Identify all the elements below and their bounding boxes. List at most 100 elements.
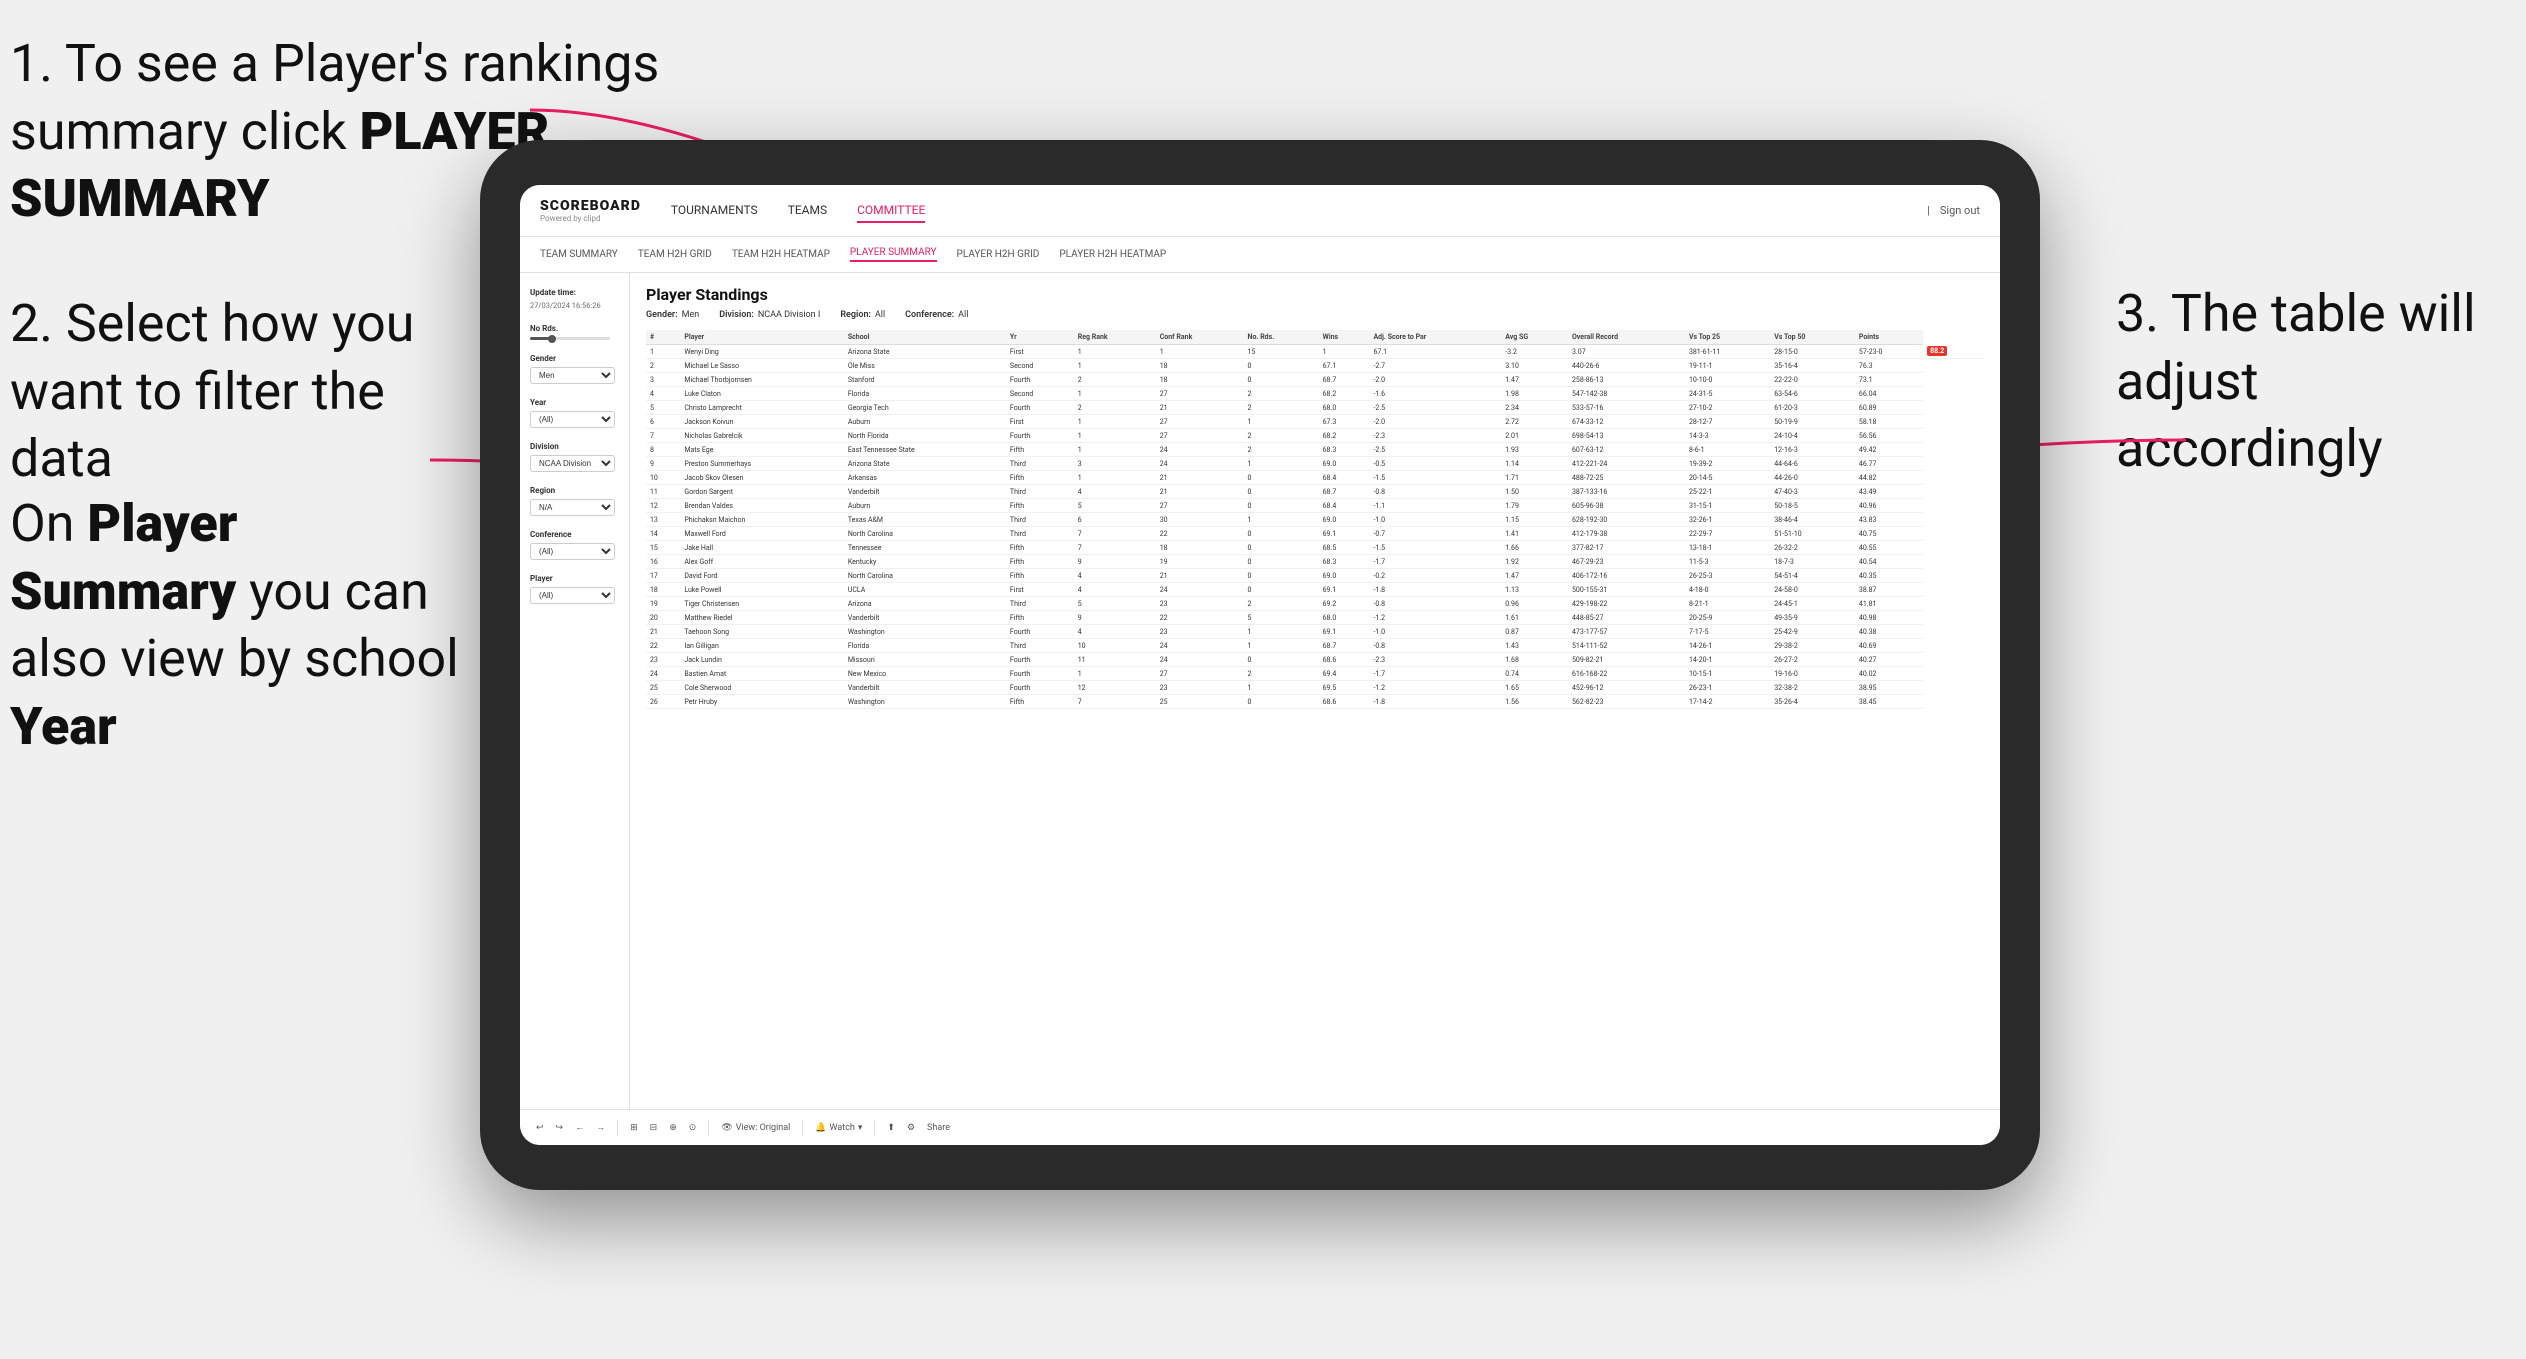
table-cell: -2.0 <box>1369 415 1501 429</box>
table-cell: 3 <box>646 373 680 387</box>
table-cell: 40.69 <box>1855 639 1923 653</box>
table-cell: 14 <box>646 527 680 541</box>
table-row[interactable]: 7Nicholas GabrelcikNorth FloridaFourth12… <box>646 429 1984 443</box>
sidebar-year: Year (All) <box>530 398 619 428</box>
filter-division: Division: NCAA Division I <box>719 310 820 320</box>
subnav-team-h2h-grid[interactable]: TEAM H2H GRID <box>638 249 712 260</box>
table-cell: 1 <box>1319 345 1370 359</box>
division-select[interactable]: NCAA Division I <box>530 455 615 472</box>
year-select[interactable]: (All) <box>530 411 615 428</box>
table-row[interactable]: 9Preston SummerhaysArizona StateThird324… <box>646 457 1984 471</box>
gender-select[interactable]: Men <box>530 367 615 384</box>
table-cell: -1.0 <box>1369 513 1501 527</box>
table-cell: 23 <box>646 653 680 667</box>
table-row[interactable]: 5Christo LamprechtGeorgia TechFourth2212… <box>646 401 1984 415</box>
table-row[interactable]: 6Jackson KoivunAuburnFirst127167.3-2.02.… <box>646 415 1984 429</box>
table-row[interactable]: 10Jacob Skov OlesenArkansasFifth121068.4… <box>646 471 1984 485</box>
col-points: Points <box>1855 330 1923 345</box>
table-cell: 40.98 <box>1855 611 1923 625</box>
region-select[interactable]: N/A <box>530 499 615 516</box>
table-cell: 68.2 <box>1319 387 1370 401</box>
table-row[interactable]: 24Bastien AmatNew MexicoFourth127269.4-1… <box>646 667 1984 681</box>
table-cell: Washington <box>844 695 1006 709</box>
table-row[interactable]: 25Cole SherwoodVanderbiltFourth1223169.5… <box>646 681 1984 695</box>
table-cell: 1.68 <box>1501 653 1568 667</box>
table-cell: 19-16-0 <box>1770 667 1855 681</box>
nav-link-tournaments[interactable]: TOURNAMENTS <box>671 199 758 223</box>
table-cell: 2 <box>1244 387 1319 401</box>
table-cell: 10 <box>1074 639 1156 653</box>
table-cell: 26-23-1 <box>1685 681 1770 695</box>
toolbar-plus[interactable]: ⊕ <box>669 1123 677 1133</box>
toolbar-grid[interactable]: ⊞ <box>630 1123 638 1133</box>
table-row[interactable]: 12Brendan ValdesAuburnFifth527068.4-1.11… <box>646 499 1984 513</box>
table-cell: Brendan Valdes <box>680 499 843 513</box>
table-cell: Jack Lundin <box>680 653 843 667</box>
table-cell: 61-20-3 <box>1770 401 1855 415</box>
table-row[interactable]: 13Phichaksn MaichonTexas A&MThird630169.… <box>646 513 1984 527</box>
subnav-player-summary[interactable]: PLAYER SUMMARY <box>850 247 937 262</box>
table-cell: 68.6 <box>1319 653 1370 667</box>
division-label: Division <box>530 442 619 451</box>
subnav-player-h2h-grid[interactable]: PLAYER H2H GRID <box>957 249 1040 260</box>
table-row[interactable]: 22Ian GilliganFloridaThird1024168.7-0.81… <box>646 639 1984 653</box>
table-cell: Third <box>1006 527 1074 541</box>
table-row[interactable]: 2Michael Le SassoOle MissSecond118067.1-… <box>646 359 1984 373</box>
table-cell: 20 <box>646 611 680 625</box>
table-row[interactable]: 19Tiger ChristensenArizonaThird523269.2-… <box>646 597 1984 611</box>
table-row[interactable]: 17David FordNorth CarolinaFifth421069.0-… <box>646 569 1984 583</box>
toolbar-watch[interactable]: 🔔 Watch ▾ <box>815 1123 862 1133</box>
table-area: Player Standings Gender: Men Division: N… <box>630 273 2000 1109</box>
table-row[interactable]: 4Luke ClatonFloridaSecond127268.2-1.61.9… <box>646 387 1984 401</box>
table-cell: Fourth <box>1006 401 1074 415</box>
toolbar-watch-label: Watch <box>830 1123 855 1133</box>
table-cell: 24 <box>1156 457 1244 471</box>
table-row[interactable]: 14Maxwell FordNorth CarolinaThird722069.… <box>646 527 1984 541</box>
no-rds-slider[interactable] <box>530 337 610 340</box>
subnav-team-summary[interactable]: TEAM SUMMARY <box>540 249 618 260</box>
toolbar-circle[interactable]: ⊙ <box>689 1123 697 1133</box>
table-cell: -1.8 <box>1369 695 1501 709</box>
table-row[interactable]: 11Gordon SargentVanderbiltThird421068.7-… <box>646 485 1984 499</box>
table-row[interactable]: 16Alex GoffKentuckyFifth919068.3-1.71.92… <box>646 555 1984 569</box>
table-cell: 1 <box>1244 513 1319 527</box>
table-row[interactable]: 18Luke PowellUCLAFirst424069.1-1.81.1350… <box>646 583 1984 597</box>
table-row[interactable]: 20Matthew RiedelVanderbiltFifth922568.0-… <box>646 611 1984 625</box>
toolbar-back[interactable]: ← <box>575 1122 584 1133</box>
player-select[interactable]: (All) <box>530 587 615 604</box>
table-row[interactable]: 15Jake HallTennesseeFifth718068.5-1.51.6… <box>646 541 1984 555</box>
table-row[interactable]: 23Jack LundinMissouriFourth1124068.6-2.3… <box>646 653 1984 667</box>
table-row[interactable]: 26Petr HrubyWashingtonFifth725068.6-1.81… <box>646 695 1984 709</box>
table-row[interactable]: 8Mats EgeEast Tennessee StateFifth124268… <box>646 443 1984 457</box>
table-cell: 5 <box>646 401 680 415</box>
table-cell: -0.5 <box>1369 457 1501 471</box>
nav-link-teams[interactable]: TEAMS <box>788 199 827 223</box>
table-row[interactable]: 21Taehoon SongWashingtonFourth423169.1-1… <box>646 625 1984 639</box>
toolbar-undo[interactable]: ↩ <box>536 1123 544 1133</box>
table-cell: 28-15-0 <box>1770 345 1855 359</box>
table-cell: 22 <box>646 639 680 653</box>
toolbar-view[interactable]: 👁 View: Original <box>721 1123 790 1133</box>
table-row[interactable]: 1Wenyi DingArizona StateFirst1115167.1-3… <box>646 345 1984 359</box>
toolbar-sep-1 <box>617 1120 618 1136</box>
update-date: 27/03/2024 16:56:26 <box>530 301 619 310</box>
table-cell: 20-25-9 <box>1685 611 1770 625</box>
table-cell: Arizona <box>844 597 1006 611</box>
table-cell: 412-179-38 <box>1568 527 1685 541</box>
filter-region: Region: All <box>840 310 885 320</box>
toolbar-redo[interactable]: ↪ <box>556 1123 564 1133</box>
table-cell: 1 <box>1074 471 1156 485</box>
nav-link-committee[interactable]: COMMITTEE <box>857 199 925 223</box>
toolbar-settings-icon[interactable]: ⚙ <box>907 1123 915 1133</box>
toolbar-forward[interactable]: → <box>596 1122 605 1133</box>
sidebar-player: Player (All) <box>530 574 619 604</box>
toolbar-minus[interactable]: ⊟ <box>650 1123 658 1133</box>
subnav-player-h2h-heatmap[interactable]: PLAYER H2H HEATMAP <box>1059 249 1166 260</box>
conference-select[interactable]: (All) <box>530 543 615 560</box>
sign-out-link[interactable]: Sign out <box>1940 204 1980 217</box>
table-cell: 6 <box>646 415 680 429</box>
table-row[interactable]: 3Michael ThorbjornsenStanfordFourth21806… <box>646 373 1984 387</box>
toolbar-share[interactable]: Share <box>927 1123 950 1133</box>
sidebar-no-rds: No Rds. <box>530 324 619 340</box>
subnav-team-h2h-heatmap[interactable]: TEAM H2H HEATMAP <box>732 249 830 260</box>
